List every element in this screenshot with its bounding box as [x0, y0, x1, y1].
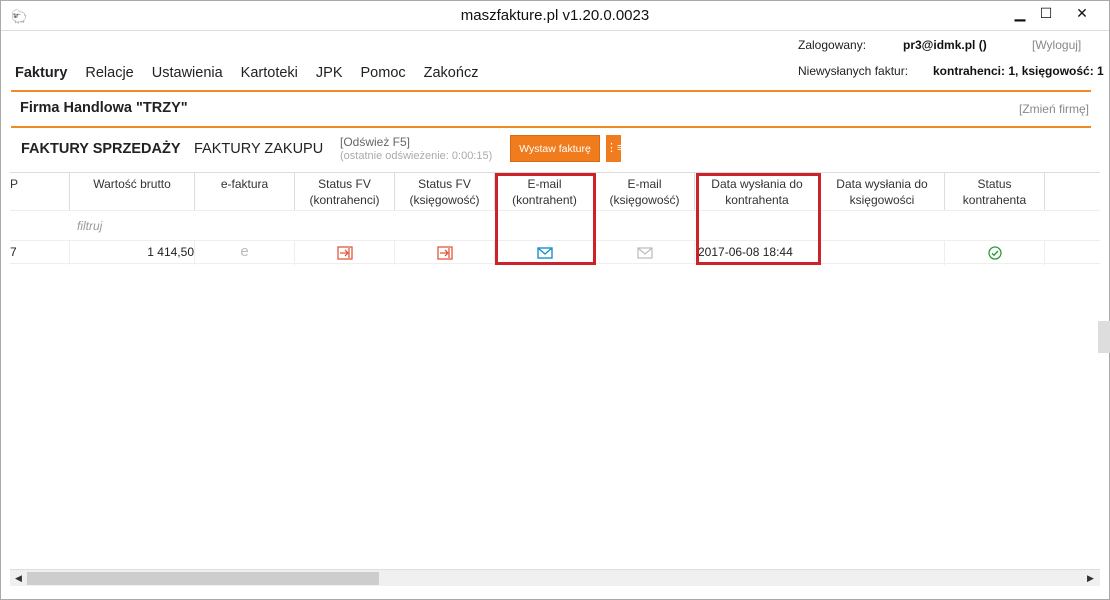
vertical-scrollbar[interactable] — [1098, 321, 1110, 353]
column-header-gross[interactable]: Wartość brutto — [70, 173, 195, 210]
menu-item-faktury[interactable]: Faktury — [15, 65, 67, 81]
menu-item-pomoc[interactable]: Pomoc — [361, 65, 406, 81]
maximize-button[interactable]: ☐ — [1033, 3, 1059, 25]
column-header-efaktura[interactable]: e-faktura — [195, 173, 295, 210]
mail-icon[interactable] — [637, 247, 653, 259]
cell-status-contractors — [295, 241, 395, 265]
menu-item-jpk[interactable]: JPK — [316, 65, 343, 81]
issue-invoice-button[interactable]: Wystaw fakturę — [510, 135, 600, 162]
cell-gross: 1 414,50 — [70, 241, 195, 265]
menu-item-ustawienia[interactable]: Ustawienia — [152, 65, 223, 81]
divider — [11, 90, 1091, 92]
cell-contractor-status — [945, 241, 1045, 265]
cell-p: 7 — [10, 241, 70, 265]
issue-options-button[interactable]: ⋮≡ — [606, 135, 623, 162]
check-circle-icon — [988, 246, 1002, 260]
cell-email-accounting — [595, 241, 695, 265]
invoice-grid: P Wartość brutto e-faktura Status FV (ko… — [10, 172, 1100, 569]
highlight-box — [495, 173, 596, 265]
export-icon[interactable] — [337, 246, 353, 260]
scrollbar-thumb[interactable] — [27, 572, 379, 585]
company-name: Firma Handlowa "TRZY" — [20, 100, 188, 116]
menu-item-zakoncz[interactable]: Zakończ — [424, 65, 479, 81]
logged-in-label: Zalogowany: — [798, 38, 867, 52]
change-company-link[interactable]: [Zmień firmę] — [1019, 102, 1089, 116]
cell-status-accounting — [395, 241, 495, 265]
divider — [11, 126, 1091, 128]
efaktura-icon[interactable]: e — [195, 241, 295, 265]
cell-sent-accounting — [820, 241, 945, 265]
unsent-invoices-label: Niewysłanych faktur: — [798, 64, 909, 78]
tab-purchase-invoices[interactable]: FAKTURY ZAKUPU — [194, 141, 323, 157]
tab-sales-invoices[interactable]: FAKTURY SPRZEDAŻY — [21, 141, 181, 157]
top-area: Faktury Relacje Ustawienia Kartoteki JPK… — [1, 32, 1109, 90]
column-header-sent-accounting[interactable]: Data wysłania do księgowości — [820, 173, 945, 210]
window-title: maszfakture.pl v1.20.0.0023 — [460, 7, 650, 24]
column-header-status-accounting[interactable]: Status FV (księgowość) — [395, 173, 495, 210]
scroll-right-icon[interactable]: ▶ — [1083, 571, 1098, 586]
scroll-left-icon[interactable]: ◀ — [11, 571, 26, 586]
column-header-contractor-status[interactable]: Status kontrahenta — [945, 173, 1045, 210]
export-icon[interactable] — [437, 246, 453, 260]
last-refresh-text: (ostatnie odświeżenie: 0:00:15) — [340, 150, 493, 162]
menu-item-kartoteki[interactable]: Kartoteki — [241, 65, 298, 81]
app-window: 🐑 maszfakture.pl v1.20.0.0023 ▁ ☐ ✕ Fakt… — [0, 0, 1110, 600]
close-button[interactable]: ✕ — [1059, 3, 1105, 25]
logout-link[interactable]: [Wyloguj] — [1032, 38, 1081, 52]
horizontal-scrollbar[interactable]: ◀ ▶ — [10, 569, 1100, 586]
unsent-invoices-value: kontrahenci: 1, księgowość: 1 — [933, 64, 1104, 78]
title-bar: 🐑 maszfakture.pl v1.20.0.0023 ▁ ☐ ✕ — [1, 1, 1109, 31]
minimize-button[interactable]: ▁ — [1007, 3, 1033, 25]
column-header-status-contractors[interactable]: Status FV (kontrahenci) — [295, 173, 395, 210]
column-header-email-accounting[interactable]: E-mail (księgowość) — [595, 173, 695, 210]
filter-input[interactable]: filtruj — [77, 219, 102, 233]
logged-in-user: pr3@idmk.pl () — [903, 38, 987, 52]
main-menu: Faktury Relacje Ustawienia Kartoteki JPK… — [15, 65, 496, 81]
menu-item-relacje[interactable]: Relacje — [85, 65, 133, 81]
refresh-link[interactable]: [Odśwież F5] — [340, 135, 410, 149]
highlight-box — [696, 173, 821, 265]
column-header-p[interactable]: P — [10, 173, 70, 210]
